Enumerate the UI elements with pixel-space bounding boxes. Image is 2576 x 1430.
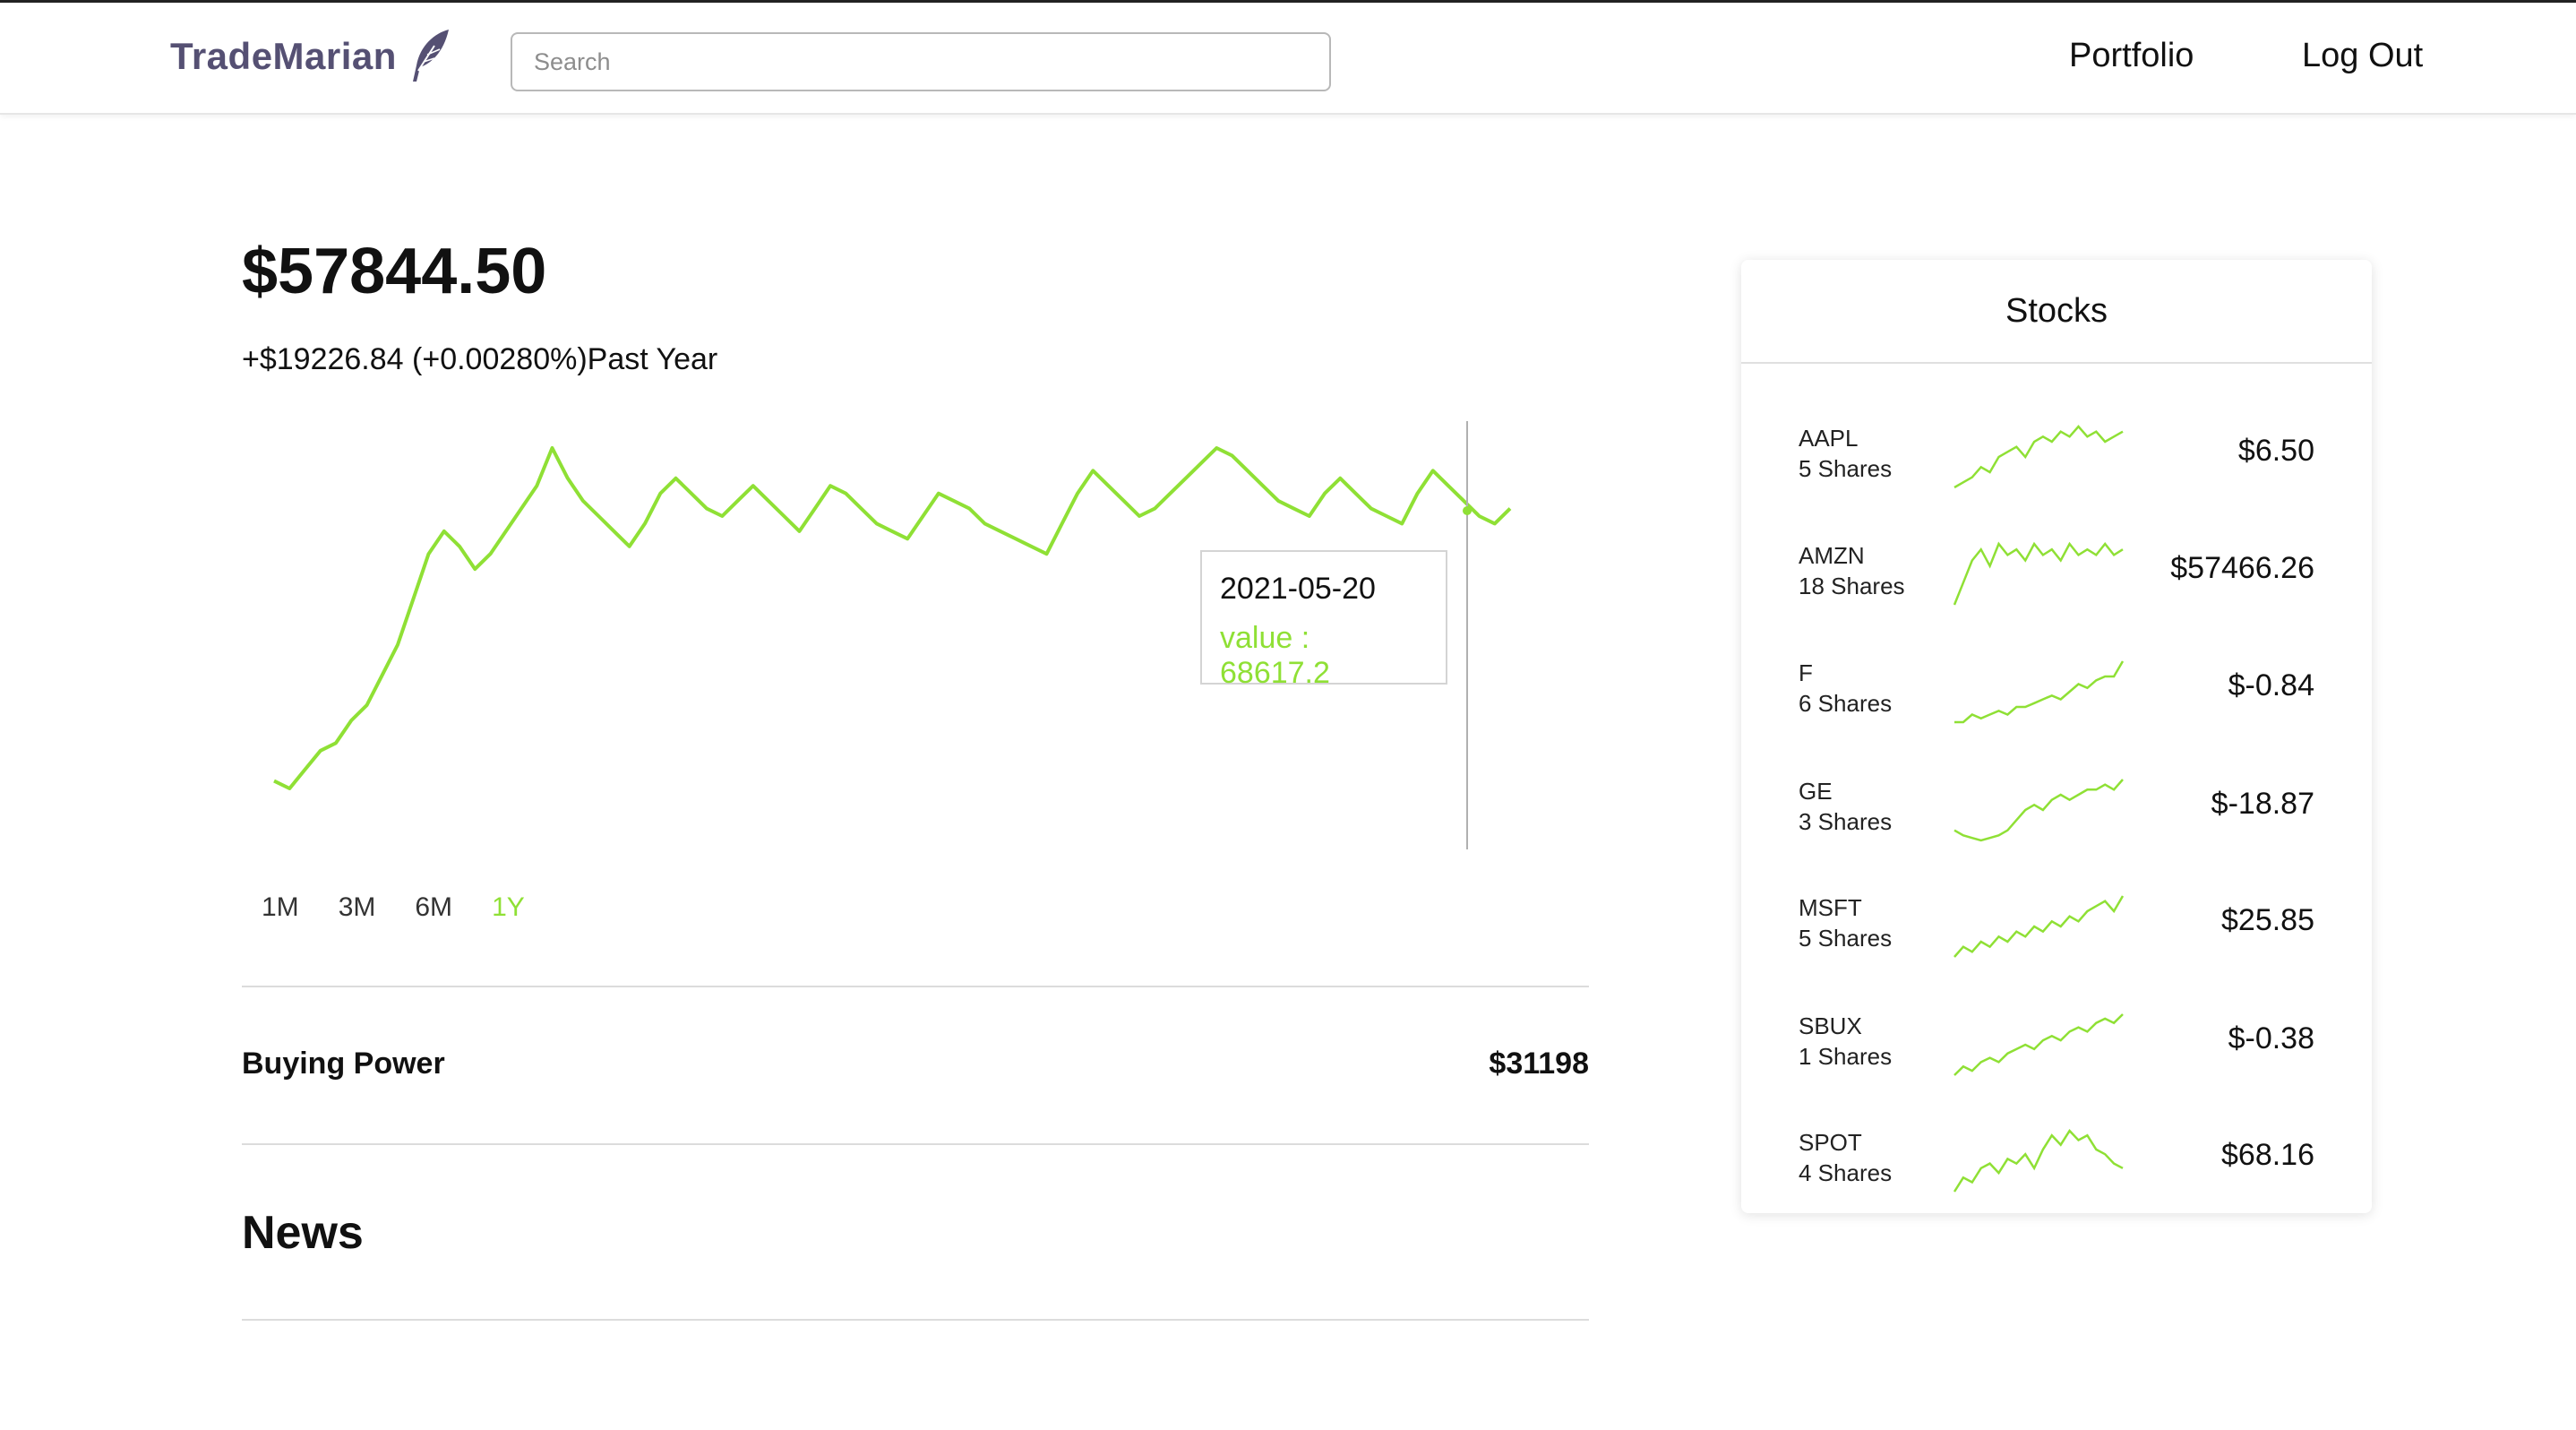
brand-name: TradeMarian (170, 35, 397, 77)
stock-symbol: AMZN (1799, 542, 1865, 569)
divider (242, 1319, 1589, 1321)
news-heading: News (242, 1207, 364, 1259)
hover-point (1463, 506, 1472, 515)
stock-price: $-0.38 (2228, 1021, 2314, 1055)
stock-sparkline (1953, 541, 2124, 606)
stock-symbol: SBUX (1799, 1012, 1862, 1039)
range-3m[interactable]: 3M (339, 892, 376, 923)
stock-symbol: F (1799, 659, 1813, 686)
stock-sparkline (1953, 425, 2124, 489)
stock-shares: 6 Shares (1799, 690, 1893, 717)
portfolio-change: +$19226.84 (+0.00280%)Past Year (242, 342, 718, 376)
stock-price: $68.16 (2221, 1138, 2314, 1172)
portfolio-link[interactable]: Portfolio (2069, 37, 2194, 75)
stock-sparkline (1953, 779, 2124, 842)
stock-shares: 1 Shares (1799, 1043, 1893, 1070)
stock-shares: 4 Shares (1799, 1159, 1893, 1186)
stock-price: $-0.84 (2228, 668, 2314, 702)
range-1y[interactable]: 1Y (492, 892, 525, 923)
tooltip-date: 2021-05-20 (1220, 572, 1376, 606)
brand[interactable]: TradeMarian (170, 24, 454, 89)
range-1m[interactable]: 1M (262, 892, 299, 923)
stock-sparkline (1953, 895, 2125, 958)
feather-logo-icon (412, 30, 449, 82)
divider (242, 1143, 1589, 1145)
stock-symbol: MSFT (1799, 894, 1862, 921)
stock-row-sbux[interactable]: SBUX 1 Shares $-0.38 (1741, 1000, 2372, 1098)
stock-shares: 3 Shares (1799, 808, 1893, 835)
stock-shares: 5 Shares (1799, 455, 1893, 482)
range-selector: 1M 3M 6M 1Y (262, 892, 525, 923)
stock-row-f[interactable]: F 6 Shares $-0.84 (1741, 647, 2372, 745)
stock-symbol: AAPL (1799, 425, 1859, 452)
buying-power-value: $31198 (1489, 1047, 1589, 1081)
stock-shares: 18 Shares (1799, 573, 1905, 599)
stock-row-aapl[interactable]: AAPL 5 Shares $6.50 (1741, 412, 2372, 511)
portfolio-value: $57844.50 (242, 236, 547, 307)
chart-tooltip: 2021-05-20 value : 68617.2 (1200, 550, 1447, 690)
range-6m[interactable]: 6M (415, 892, 452, 923)
stock-price: $-18.87 (2211, 787, 2314, 821)
tooltip-value: value : 68617.2 (1220, 621, 1330, 690)
stock-sparkline (1953, 1128, 2124, 1193)
stock-row-msft[interactable]: MSFT 5 Shares $25.85 (1741, 882, 2372, 980)
stock-symbol: SPOT (1799, 1129, 1862, 1156)
stock-price: $6.50 (2237, 434, 2314, 468)
stock-row-ge[interactable]: GE 3 Shares $-18.87 (1741, 765, 2372, 864)
buying-power-label: Buying Power (242, 1047, 445, 1081)
search-input[interactable] (511, 32, 1331, 91)
stock-price: $25.85 (2221, 903, 2314, 937)
stock-row-spot[interactable]: SPOT 4 Shares $68.16 (1741, 1116, 2372, 1215)
divider (242, 986, 1589, 987)
stock-row-amzn[interactable]: AMZN 18 Shares $57466.26 (1741, 530, 2372, 628)
stock-price: $57466.26 (2170, 551, 2314, 585)
stocks-card: Stocks AAPL 5 Shares $6.50 AMZN 18 Share… (1741, 260, 2372, 1213)
stock-symbol: GE (1799, 778, 1833, 805)
logout-link[interactable]: Log Out (2302, 37, 2423, 75)
stocks-title: Stocks (1741, 260, 2372, 364)
stock-shares: 5 Shares (1799, 925, 1893, 952)
top-navbar: TradeMarian Portfolio Log Out (0, 0, 2576, 115)
stock-sparkline (1953, 1013, 2124, 1076)
stock-sparkline (1954, 660, 2125, 724)
